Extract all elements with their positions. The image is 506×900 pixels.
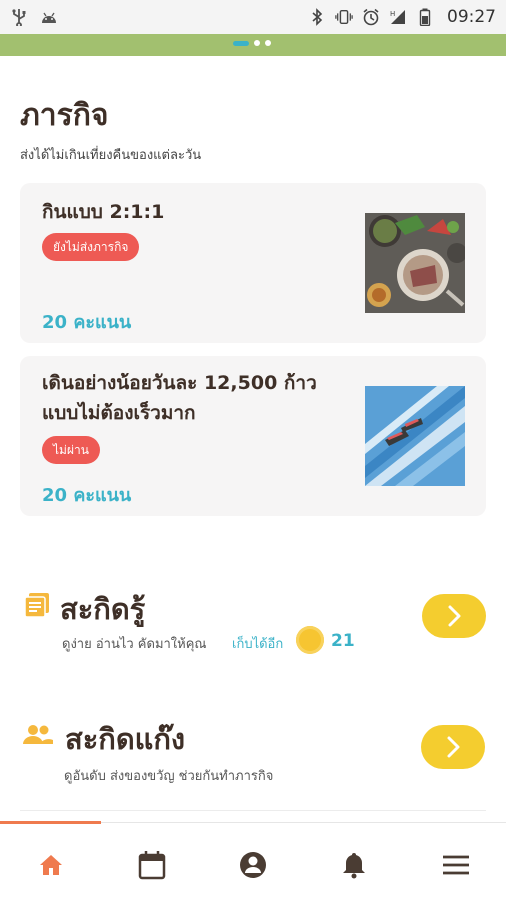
menu-icon: [443, 855, 469, 875]
page-dot: [254, 40, 260, 46]
nav-menu[interactable]: [436, 845, 476, 885]
sakidgang-title: สะกิดแก๊ง: [65, 722, 186, 756]
page-dot-active: [233, 40, 249, 46]
nav-notifications[interactable]: [334, 845, 374, 885]
alarm-icon: [362, 8, 380, 26]
vibrate-icon: [335, 8, 353, 26]
page-indicator: [233, 40, 271, 46]
mission-points: 20 คะแนน: [42, 485, 132, 506]
reward-count: 21: [331, 631, 355, 651]
missions-subtitle: ส่งได้ไม่เกินเที่ยงคืนของแต่ละวัน: [20, 148, 202, 163]
divider: [20, 810, 486, 811]
mission-card[interactable]: กินแบบ 2:1:1 ยังไม่ส่งภารกิจ 20 คะแนน: [20, 183, 486, 343]
profile-icon: [240, 852, 266, 878]
battery-icon: [416, 8, 434, 26]
sakidgang-open-button[interactable]: [421, 725, 485, 769]
book-icon: [23, 591, 51, 623]
page-dot: [265, 40, 271, 46]
missions-title: ภารกิจ: [20, 98, 109, 133]
status-badge: ยังไม่ส่งภารกิจ: [42, 233, 140, 261]
status-time: 09:27: [447, 7, 496, 27]
sakidru-desc: ดูง่าย อ่านไว คัดมาให้คุณ: [62, 637, 207, 652]
nav-calendar[interactable]: [132, 845, 172, 885]
nav-profile[interactable]: [233, 845, 273, 885]
bell-icon: [343, 853, 365, 879]
mission-card[interactable]: เดินอย่างน้อยวันละ 12,500 ก้าว แบบไม่ต้อ…: [20, 356, 486, 516]
status-right: H 09:27: [308, 7, 496, 27]
status-badge: ไม่ผ่าน: [42, 436, 100, 464]
bottom-nav: [0, 821, 506, 900]
bluetooth-icon: [308, 8, 326, 26]
coin-icon: [296, 626, 324, 654]
nav-active-indicator: [0, 821, 101, 824]
mission-title-line2: แบบไม่ต้องเร็วมาก: [42, 402, 196, 424]
status-left: [10, 8, 58, 26]
calendar-icon: [138, 851, 166, 880]
status-bar: H 09:27: [0, 0, 506, 34]
food-plate-photo: [365, 213, 465, 313]
android-icon: [40, 8, 58, 26]
mission-points: 20 คะแนน: [42, 312, 132, 333]
signal-icon: H: [389, 8, 407, 26]
home-icon: [40, 855, 62, 875]
usb-icon: [10, 8, 28, 26]
chevron-right-icon: [447, 736, 460, 758]
sakidru-title: สะกิดรู้: [60, 592, 146, 626]
chevron-right-icon: [448, 605, 461, 627]
sakidgang-desc: ดูอันดับ ส่งของขวัญ ช่วยกันทำภารกิจ: [64, 769, 274, 784]
walking-stairs-photo: [365, 386, 465, 486]
group-icon: [22, 722, 54, 752]
svg-text:H: H: [390, 10, 395, 18]
nav-home[interactable]: [31, 845, 71, 885]
sakidru-open-button[interactable]: [422, 594, 486, 638]
mission-title-line1: เดินอย่างน้อยวันละ 12,500 ก้าว: [42, 372, 317, 394]
reward-label: เก็บได้อีก: [232, 637, 284, 652]
mission-title: กินแบบ 2:1:1: [42, 201, 165, 223]
